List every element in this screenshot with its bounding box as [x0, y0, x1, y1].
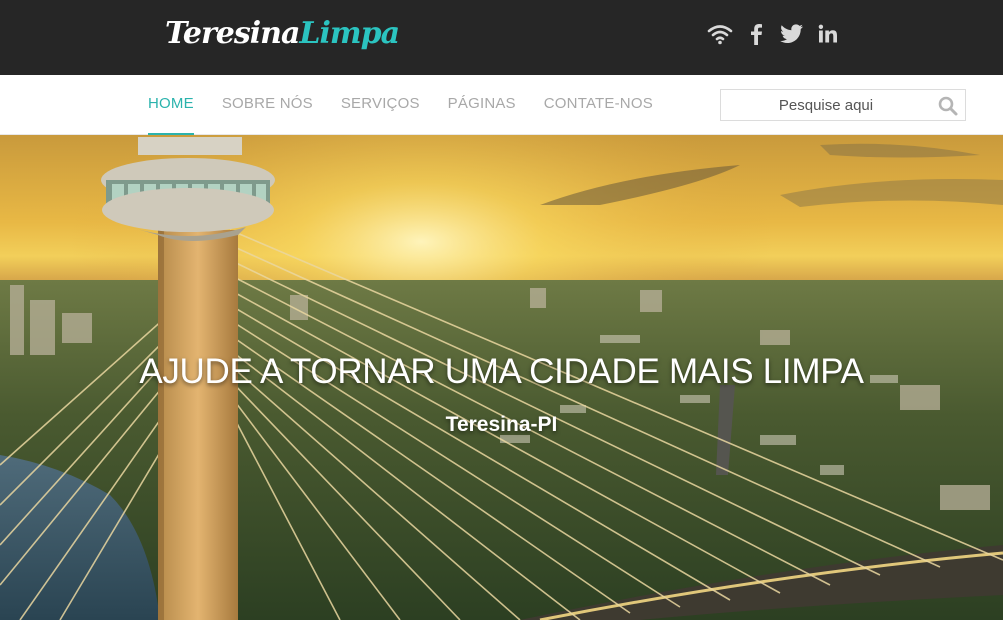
- site-logo[interactable]: TeresinaLimpa: [165, 14, 400, 62]
- logo-text-teresina: Teresina: [165, 16, 300, 51]
- nav-item-home[interactable]: HOME: [148, 75, 194, 135]
- search-icon[interactable]: [937, 95, 959, 117]
- main-nav: HOME SOBRE NÓS SERVIÇOS PÁGINAS CONTATE-…: [148, 75, 681, 135]
- wifi-icon[interactable]: [706, 20, 734, 48]
- hero-title: AJUDE A TORNAR UMA CIDADE MAIS LIMPA: [139, 352, 864, 391]
- nav-item-sobre-nos[interactable]: SOBRE NÓS: [222, 75, 313, 135]
- top-bar: TeresinaLimpa: [0, 0, 1003, 75]
- nav-item-servicos[interactable]: SERVIÇOS: [341, 75, 420, 135]
- hero-banner: AJUDE A TORNAR UMA CIDADE MAIS LIMPA Ter…: [0, 135, 1003, 620]
- nav-item-paginas[interactable]: PÁGINAS: [448, 75, 516, 135]
- hero-subtitle: Teresina-PI: [445, 413, 558, 436]
- logo-text-limpa: Limpa: [299, 16, 400, 51]
- twitter-icon[interactable]: [778, 20, 806, 48]
- search-input[interactable]: [721, 90, 931, 120]
- search-box: [720, 89, 966, 121]
- main-navbar: HOME SOBRE NÓS SERVIÇOS PÁGINAS CONTATE-…: [0, 75, 1003, 135]
- facebook-icon[interactable]: [742, 20, 770, 48]
- linkedin-icon[interactable]: [814, 20, 842, 48]
- nav-item-contate-nos[interactable]: CONTATE-NOS: [544, 75, 653, 135]
- social-links: [706, 20, 850, 48]
